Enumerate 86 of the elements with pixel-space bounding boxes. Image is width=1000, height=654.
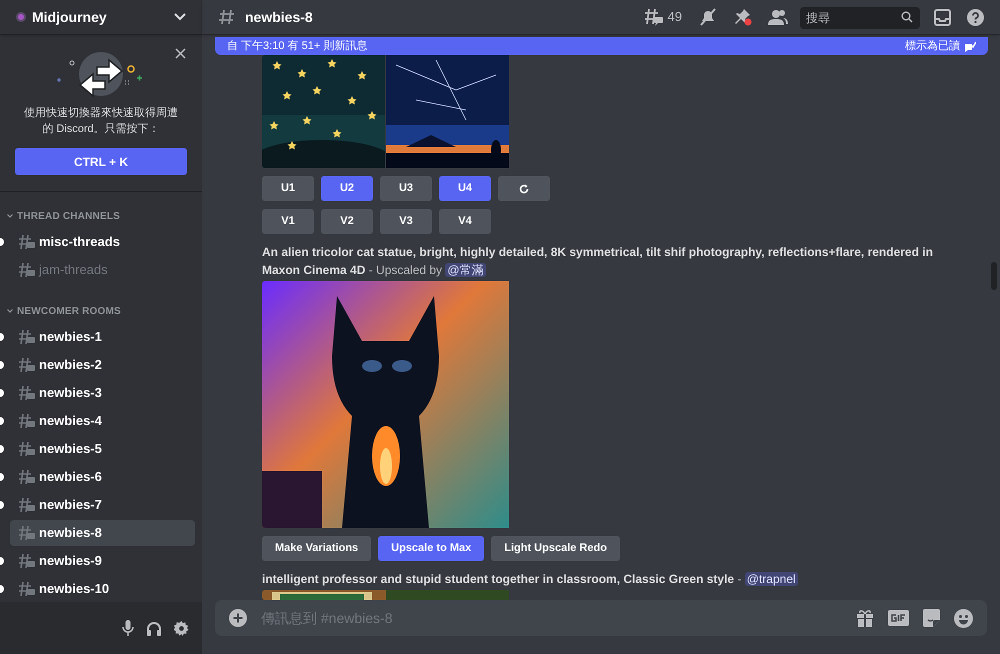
chevron-icon[interactable] — [6, 212, 14, 220]
thread-channel-icon — [18, 234, 36, 250]
new-messages-banner[interactable]: 自 下午3:10 有 51+ 則新訊息 標示為已讀 — [215, 37, 988, 55]
thread-channel-icon — [18, 553, 36, 569]
thread-channel-icon — [18, 385, 36, 401]
gift-icon[interactable] — [856, 609, 874, 627]
quick-switcher-text: 使用快速切換器來快速取得周遭的 Discord。只需按下： — [23, 106, 179, 137]
pin-icon[interactable] — [734, 8, 752, 26]
action-button[interactable]: V1 — [262, 209, 314, 234]
message-text: intelligent professor and stupid student together in classroom, Classic Green style - @trapnel — [262, 571, 799, 588]
user-mention[interactable]: @trapnel — [744, 572, 798, 586]
action-button[interactable]: V4 — [439, 209, 491, 234]
sticker-icon[interactable] — [923, 609, 940, 627]
thread-channel-icon — [18, 581, 36, 597]
channel-item[interactable]: newbies-10 — [10, 576, 195, 602]
gif-icon[interactable] — [888, 610, 909, 626]
close-icon[interactable] — [175, 48, 186, 59]
action-button[interactable]: Make Variations — [262, 536, 372, 561]
server-icon — [16, 12, 26, 22]
add-icon[interactable] — [229, 609, 247, 627]
channel-name: jam-threads — [39, 261, 108, 280]
muted-bell-icon[interactable] — [698, 8, 718, 26]
channel-item[interactable]: newbies-3 — [10, 380, 195, 406]
channel-title: newbies-8 — [245, 8, 314, 26]
channel-item[interactable]: newbies-6 — [10, 464, 195, 490]
ctrl-k-button[interactable]: CTRL + K — [15, 148, 187, 175]
message-text: An alien tricolor cat statue, bright, highly detailed, 8K symmetrical, tilt shif photography, reflections+flare, rendered in Maxon Cinema 4D - Upscaled by @常滿 — [262, 244, 934, 279]
action-button[interactable]: U4 — [439, 176, 491, 201]
channel-name: misc-threads — [39, 233, 120, 252]
thread-channel-icon — [18, 262, 36, 278]
channel-item[interactable]: newbies-5 — [10, 436, 195, 462]
category-header[interactable]: NEWCOMER ROOMS — [17, 304, 121, 318]
scrollbar-thumb[interactable] — [991, 262, 997, 290]
channel-name: newbies-4 — [39, 412, 102, 430]
channel-name: newbies-5 — [39, 440, 102, 458]
thread-channel-icon — [18, 469, 36, 485]
action-button[interactable]: V3 — [380, 209, 432, 234]
action-button[interactable]: U3 — [380, 176, 432, 201]
server-name[interactable]: Midjourney — [32, 6, 174, 28]
channel-item[interactable]: misc-threads — [10, 229, 195, 255]
channel-item[interactable]: newbies-9 — [10, 548, 195, 574]
channel-item[interactable]: newbies-2 — [10, 352, 195, 378]
action-button[interactable]: Light Upscale Redo — [491, 536, 620, 561]
thread-channel-icon — [18, 357, 36, 373]
inbox-icon[interactable] — [934, 8, 951, 26]
mark-as-read-text[interactable]: 標示為已讀 — [905, 38, 960, 54]
channel-name: newbies-9 — [39, 552, 102, 570]
hashtag-icon — [218, 8, 236, 26]
user-mention[interactable]: @常滿 — [445, 263, 486, 277]
channel-item[interactable]: newbies-1 — [10, 324, 195, 350]
settings-icon[interactable] — [174, 620, 189, 636]
thread-channel-icon — [18, 413, 36, 429]
action-button[interactable]: Upscale to Max — [378, 536, 484, 561]
threads-icon[interactable] — [644, 8, 664, 26]
microphone-icon[interactable] — [122, 620, 134, 636]
action-button[interactable]: U2 — [321, 176, 373, 201]
members-icon[interactable] — [768, 9, 788, 25]
action-button[interactable]: U1 — [262, 176, 314, 201]
channel-name: newbies-6 — [39, 468, 102, 486]
thread-count: 49 — [668, 8, 682, 26]
chevron-icon[interactable] — [6, 307, 14, 315]
channel-name: newbies-7 — [39, 496, 102, 514]
thread-channel-icon — [18, 525, 36, 541]
channel-item[interactable]: newbies-7 — [10, 492, 195, 518]
channel-item[interactable]: newbies-4 — [10, 408, 195, 434]
refresh-icon — [519, 184, 529, 194]
channel-name: newbies-3 — [39, 384, 102, 402]
chevron-down-icon[interactable] — [174, 13, 186, 21]
channel-name: newbies-8 — [39, 524, 102, 542]
channel-name: newbies-2 — [39, 356, 102, 374]
action-button[interactable]: V2 — [321, 209, 373, 234]
thread-channel-icon — [18, 329, 36, 345]
search-icon — [901, 11, 913, 23]
new-messages-text: 自 下午3:10 有 51+ 則新訊息 — [227, 38, 368, 54]
thread-channel-icon — [18, 441, 36, 457]
help-icon[interactable] — [967, 8, 984, 26]
category-header[interactable]: THREAD CHANNELS — [17, 208, 120, 224]
channel-item[interactable]: newbies-8 — [10, 520, 195, 546]
emoji-icon[interactable] — [954, 608, 973, 628]
channel-name: newbies-1 — [39, 328, 102, 346]
mark-read-icon[interactable] — [964, 40, 976, 52]
refresh-button[interactable] — [498, 176, 550, 201]
headphones-icon[interactable] — [146, 620, 162, 636]
channel-name: newbies-10 — [39, 580, 110, 598]
search-field[interactable]: 搜尋 — [800, 7, 920, 29]
thread-channel-icon — [18, 497, 36, 513]
